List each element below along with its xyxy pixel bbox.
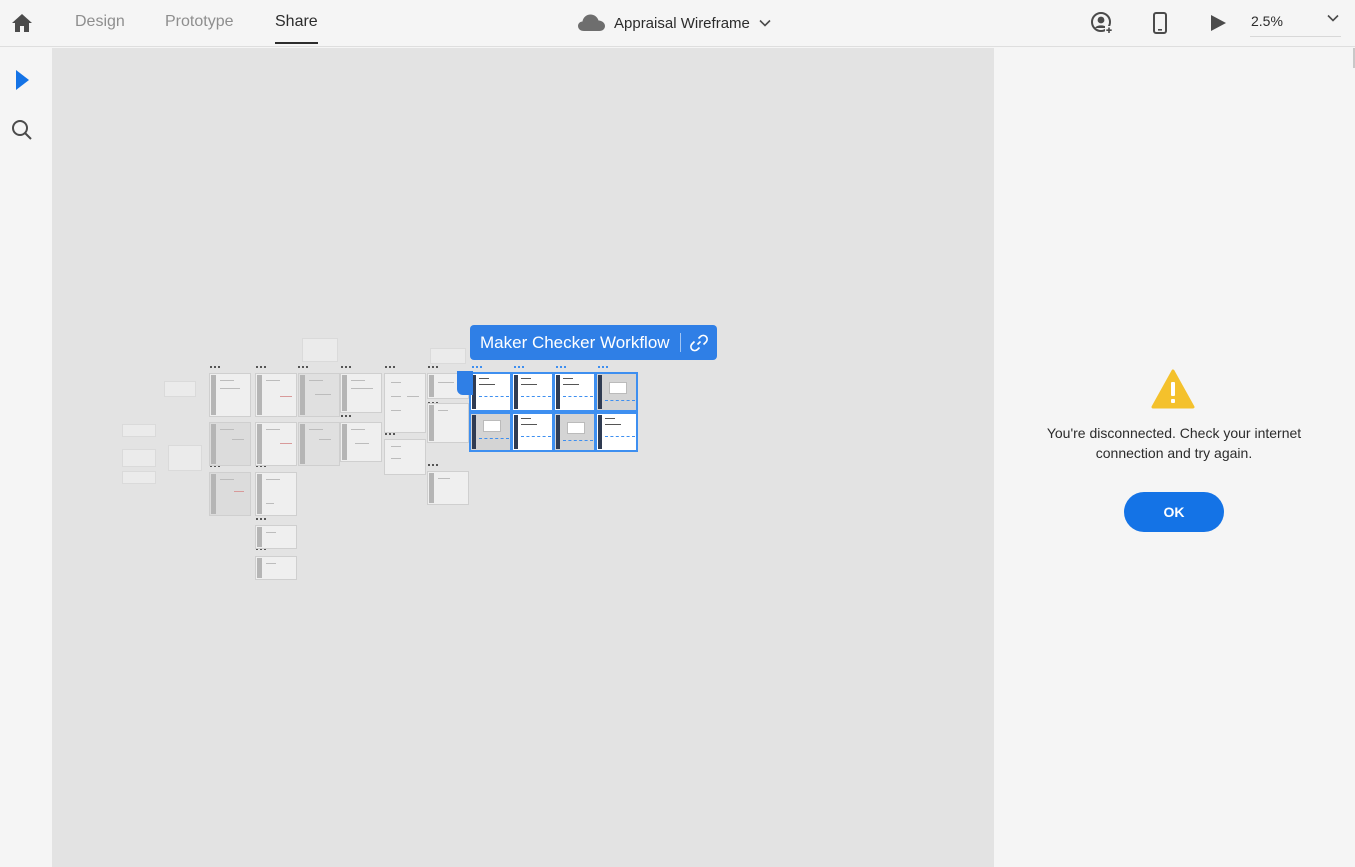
chevron-down-icon [1327, 14, 1339, 22]
artboard-name-marker [556, 366, 566, 369]
artboard-thumbnail[interactable] [384, 439, 426, 475]
artboard-thumbnail[interactable] [164, 381, 196, 397]
home-icon[interactable] [10, 11, 34, 35]
artboard-thumbnail[interactable] [255, 422, 297, 466]
artboard-name-marker [598, 366, 608, 369]
flow-label-tail [457, 371, 473, 395]
top-bar: Design Prototype Share Appraisal Wirefra… [0, 0, 1355, 47]
artboard-name-marker [341, 366, 351, 369]
artboard-name-marker [298, 366, 308, 369]
tab-design[interactable]: Design [75, 13, 125, 31]
ok-button[interactable]: OK [1124, 492, 1224, 532]
artboard-thumbnail[interactable] [298, 373, 340, 417]
artboard-thumbnail[interactable] [340, 373, 382, 413]
selected-artboard[interactable] [511, 372, 554, 412]
warning-icon [1151, 369, 1195, 409]
selected-artboard[interactable] [595, 412, 638, 452]
artboard-thumbnail[interactable] [298, 422, 340, 466]
artboard-thumbnail[interactable] [255, 556, 297, 580]
artboard-name-marker [428, 366, 438, 369]
zoom-select[interactable]: 2.5% [1250, 7, 1341, 37]
artboard-thumbnail[interactable] [122, 424, 156, 437]
artboard-thumbnail[interactable] [255, 373, 297, 417]
artboard-name-marker [341, 415, 351, 418]
artboard-name-marker [428, 464, 438, 467]
artboard-thumbnail[interactable] [430, 348, 466, 364]
artboard-name-marker [256, 518, 266, 521]
artboard-thumbnail[interactable] [209, 472, 251, 516]
selected-artboard[interactable] [553, 412, 596, 452]
artboard-thumbnail[interactable] [427, 403, 469, 443]
zoom-value: 2.5% [1251, 13, 1283, 29]
artboard-name-marker [385, 366, 395, 369]
artboard-name-marker [514, 366, 524, 369]
artboard-thumbnail[interactable] [255, 472, 297, 516]
link-icon[interactable] [681, 334, 717, 352]
artboard-thumbnail[interactable] [255, 525, 297, 549]
document-title: Appraisal Wireframe [614, 14, 750, 32]
artboard-thumbnail[interactable] [209, 422, 251, 466]
artboard-thumbnail[interactable] [168, 445, 202, 471]
artboard-thumbnail[interactable] [122, 471, 156, 484]
selected-artboard[interactable] [511, 412, 554, 452]
user-account-icon[interactable] [1089, 10, 1115, 36]
artboard-thumbnail[interactable] [122, 449, 156, 467]
artboard-thumbnail[interactable] [384, 373, 426, 433]
tab-share[interactable]: Share [275, 13, 318, 44]
artboard-thumbnail[interactable] [209, 373, 251, 417]
flow-label-text: Maker Checker Workflow [480, 332, 670, 352]
artboard-thumbnail[interactable] [302, 338, 338, 362]
flow-label[interactable]: Maker Checker Workflow [470, 325, 717, 360]
document-title-menu[interactable]: Appraisal Wireframe [578, 11, 771, 35]
artboard-name-marker [210, 366, 220, 369]
selected-artboard[interactable] [553, 372, 596, 412]
artboard-name-marker [472, 366, 482, 369]
cloud-icon [578, 14, 605, 31]
mobile-device-icon[interactable] [1147, 10, 1173, 36]
artboard-thumbnail[interactable] [340, 422, 382, 462]
selected-artboard[interactable] [595, 372, 638, 412]
search-icon[interactable] [10, 118, 34, 142]
play-icon[interactable] [1205, 10, 1231, 36]
design-canvas[interactable]: Maker Checker Workflow [52, 48, 994, 867]
left-toolbar [0, 48, 52, 867]
disconnected-message: You're disconnected. Check your internet… [1046, 425, 1302, 461]
artboard-name-marker [385, 433, 395, 436]
share-panel: You're disconnected. Check your internet… [994, 48, 1355, 867]
chevron-down-icon [759, 19, 771, 27]
selected-artboard[interactable] [469, 412, 512, 452]
tab-prototype[interactable]: Prototype [165, 13, 233, 31]
select-arrow-icon[interactable] [10, 68, 34, 92]
artboard-name-marker [256, 366, 266, 369]
artboard-thumbnail[interactable] [427, 471, 469, 505]
selected-artboard[interactable] [469, 372, 512, 412]
